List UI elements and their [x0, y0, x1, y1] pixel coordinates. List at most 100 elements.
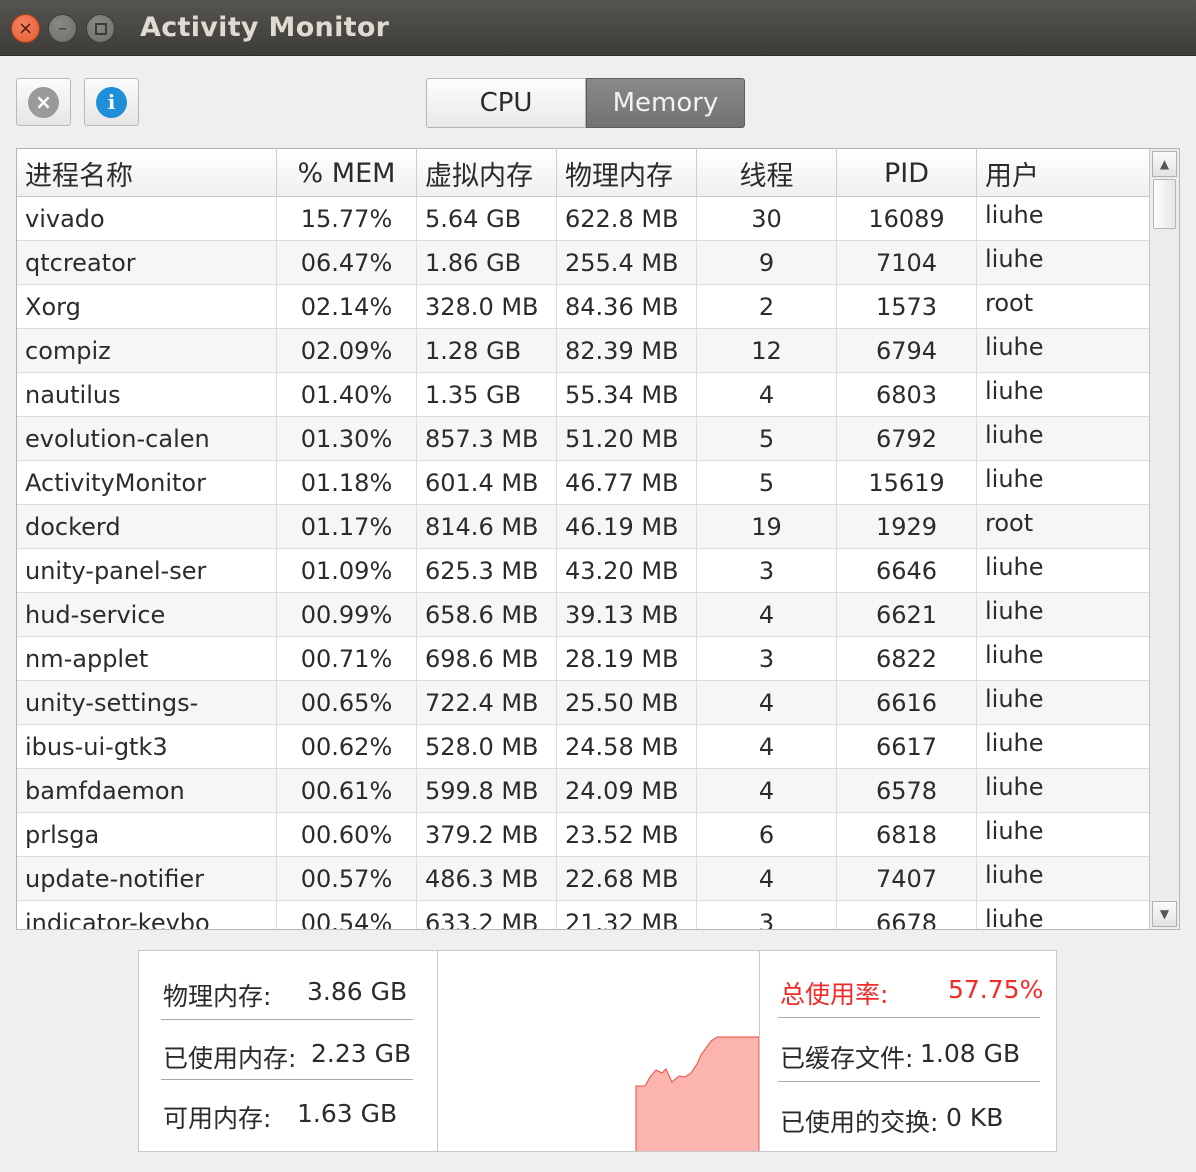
table-row[interactable]: ActivityMonitor 01.18% 601.4 MB 46.77 MB 5 15…	[17, 461, 1149, 505]
cell-threads: 4	[697, 857, 837, 901]
process-table: 进程名称 % MEM 虚拟内存 物理内存 线程 PID 用户 vivado 15.…	[16, 148, 1180, 930]
column-header-physical-memory[interactable]: 物理内存	[557, 149, 697, 197]
minimize-icon: –	[58, 17, 67, 39]
cell-virtual-memory: 601.4 MB	[417, 461, 557, 505]
column-header-threads[interactable]: 线程	[697, 149, 837, 197]
cell-pid: 6616	[837, 681, 977, 725]
cell-mem-percent: 02.09%	[277, 329, 417, 373]
table-row[interactable]: hud-service 00.99% 658.6 MB 39.13 MB 4 6621 li…	[17, 593, 1149, 637]
cell-physical-memory: 84.36 MB	[557, 285, 697, 329]
cell-virtual-memory: 1.28 GB	[417, 329, 557, 373]
cell-process-name: unity-settings-	[17, 681, 277, 725]
cell-user: liuhe	[985, 377, 1044, 405]
column-header-process-name[interactable]: 进程名称	[17, 149, 277, 197]
cell-physical-memory: 43.20 MB	[557, 549, 697, 593]
cell-process-name: unity-panel-ser	[17, 549, 277, 593]
cell-pid: 16089	[837, 197, 977, 241]
close-window-button[interactable]: ×	[11, 14, 40, 43]
table-row[interactable]: indicator-keybo 00.54% 633.2 MB 21.32 MB 3 66…	[17, 901, 1149, 929]
cell-process-name: Xorg	[17, 285, 277, 329]
cell-physical-memory: 28.19 MB	[557, 637, 697, 681]
maximize-window-button[interactable]	[86, 14, 115, 43]
cell-physical-memory: 39.13 MB	[557, 593, 697, 637]
column-header-pid[interactable]: PID	[837, 149, 977, 197]
column-header-user[interactable]: 用户	[977, 149, 1149, 197]
cell-mem-percent: 00.57%	[277, 857, 417, 901]
table-row[interactable]: evolution-calen 01.30% 857.3 MB 51.20 MB 5 67…	[17, 417, 1149, 461]
cell-process-name: dockerd	[17, 505, 277, 549]
cell-user: liuhe	[985, 201, 1044, 229]
table-row[interactable]: dockerd 01.17% 814.6 MB 46.19 MB 19 1929 root	[17, 505, 1149, 549]
cell-physical-memory: 51.20 MB	[557, 417, 697, 461]
cell-user: liuhe	[985, 861, 1044, 889]
table-row[interactable]: compiz 02.09% 1.28 GB 82.39 MB 12 6794 liuhe	[17, 329, 1149, 373]
cell-process-name: ActivityMonitor	[17, 461, 277, 505]
cell-virtual-memory: 379.2 MB	[417, 813, 557, 857]
cell-physical-memory: 255.4 MB	[557, 241, 697, 285]
info-icon: i	[96, 86, 127, 118]
table-row[interactable]: unity-settings- 00.65% 722.4 MB 25.50 MB 4 66…	[17, 681, 1149, 725]
divider	[778, 1017, 1040, 1018]
cell-pid: 6818	[837, 813, 977, 857]
table-row[interactable]: vivado 15.77% 5.64 GB 622.8 MB 30 16089 liuhe	[17, 197, 1149, 241]
table-row[interactable]: nautilus 01.40% 1.35 GB 55.34 MB 4 6803 liuhe	[17, 373, 1149, 417]
cell-threads: 4	[697, 373, 837, 417]
cell-physical-memory: 23.52 MB	[557, 813, 697, 857]
table-row[interactable]: ibus-ui-gtk3 00.62% 528.0 MB 24.58 MB 4 6617 l…	[17, 725, 1149, 769]
cell-mem-percent: 01.30%	[277, 417, 417, 461]
cell-virtual-memory: 528.0 MB	[417, 725, 557, 769]
cell-virtual-memory: 722.4 MB	[417, 681, 557, 725]
cell-threads: 3	[697, 901, 837, 929]
tab-cpu[interactable]: CPU	[426, 78, 586, 128]
cell-process-name: qtcreator	[17, 241, 277, 285]
cell-process-name: ibus-ui-gtk3	[17, 725, 277, 769]
table-row[interactable]: nm-applet 00.71% 698.6 MB 28.19 MB 3 6822 liuh…	[17, 637, 1149, 681]
memory-summary-panel: 物理内存: 3.86 GB 已使用内存: 2.23 GB 可用内存: 1.63 …	[138, 950, 438, 1152]
vertical-scrollbar[interactable]: ▲ ▼	[1149, 149, 1179, 929]
kill-process-button[interactable]: ×	[16, 78, 71, 126]
cell-physical-memory: 24.09 MB	[557, 769, 697, 813]
cell-process-name: nm-applet	[17, 637, 277, 681]
cell-mem-percent: 00.71%	[277, 637, 417, 681]
cell-virtual-memory: 658.6 MB	[417, 593, 557, 637]
cell-physical-memory: 46.19 MB	[557, 505, 697, 549]
cell-physical-memory: 24.58 MB	[557, 725, 697, 769]
scrollbar-thumb[interactable]	[1153, 179, 1176, 229]
available-memory-label: 可用内存:	[163, 1104, 272, 1133]
table-row[interactable]: Xorg 02.14% 328.0 MB 84.36 MB 2 1573 root	[17, 285, 1149, 329]
cell-pid: 6678	[837, 901, 977, 929]
table-row[interactable]: bamfdaemon 00.61% 599.8 MB 24.09 MB 4 6578 liu…	[17, 769, 1149, 813]
cell-virtual-memory: 328.0 MB	[417, 285, 557, 329]
column-header-mem-percent[interactable]: % MEM	[277, 149, 417, 197]
cell-virtual-memory: 486.3 MB	[417, 857, 557, 901]
cell-pid: 6617	[837, 725, 977, 769]
cell-user: liuhe	[985, 245, 1044, 273]
table-row[interactable]: qtcreator 06.47% 1.86 GB 255.4 MB 9 7104 liuhe	[17, 241, 1149, 285]
title-bar: × – Activity Monitor	[0, 0, 1196, 56]
maximize-icon	[94, 22, 107, 35]
cell-user: root	[985, 289, 1034, 317]
cell-mem-percent: 00.60%	[277, 813, 417, 857]
memory-history-area	[635, 1036, 759, 1151]
cell-pid: 6621	[837, 593, 977, 637]
table-row[interactable]: update-notifier 00.57% 486.3 MB 22.68 MB 4 74…	[17, 857, 1149, 901]
scroll-up-arrow-icon[interactable]: ▲	[1152, 151, 1177, 177]
divider	[161, 1019, 413, 1020]
cached-files-value: 1.08 GB	[920, 1039, 1021, 1068]
cell-process-name: update-notifier	[17, 857, 277, 901]
window-title: Activity Monitor	[140, 12, 390, 43]
table-row[interactable]: unity-panel-ser 01.09% 625.3 MB 43.20 MB 3 66…	[17, 549, 1149, 593]
table-row[interactable]: prlsga 00.60% 379.2 MB 23.52 MB 6 6818 liuhe	[17, 813, 1149, 857]
memory-history-chart	[635, 1036, 759, 1151]
cell-physical-memory: 25.50 MB	[557, 681, 697, 725]
cell-process-name: vivado	[17, 197, 277, 241]
column-header-virtual-memory[interactable]: 虚拟内存	[417, 149, 557, 197]
process-info-button[interactable]: i	[84, 78, 139, 126]
cached-files-label: 已缓存文件:	[780, 1044, 914, 1073]
cell-threads: 4	[697, 725, 837, 769]
scroll-down-arrow-icon[interactable]: ▼	[1152, 901, 1177, 927]
minimize-window-button[interactable]: –	[48, 14, 77, 43]
tab-memory[interactable]: Memory	[586, 78, 745, 128]
cell-virtual-memory: 857.3 MB	[417, 417, 557, 461]
cell-threads: 30	[697, 197, 837, 241]
